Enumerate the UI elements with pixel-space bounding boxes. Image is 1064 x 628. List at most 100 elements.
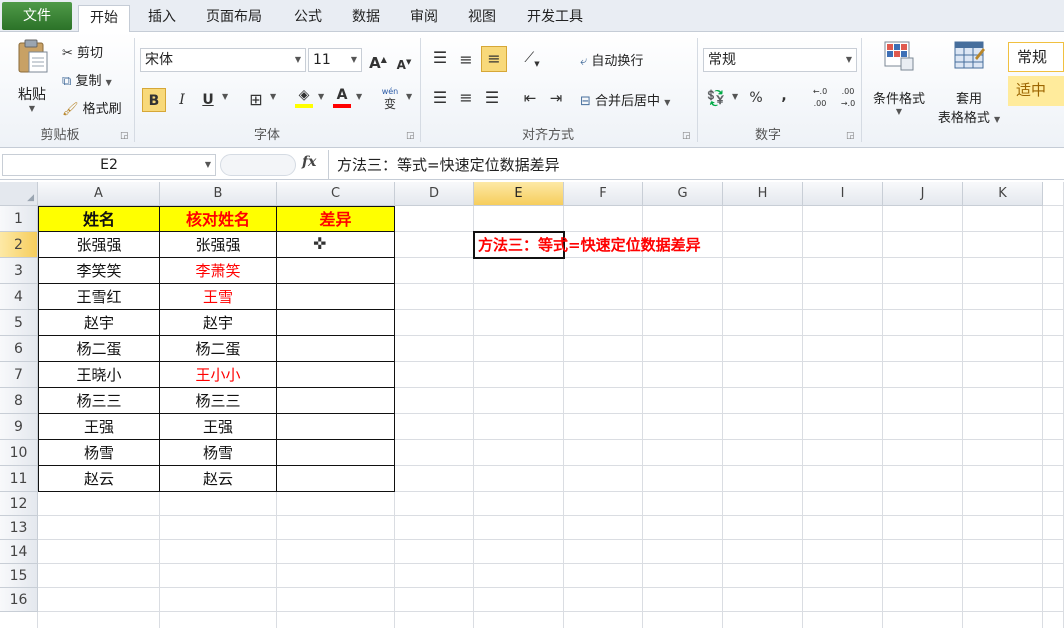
phonetic-dropdown-icon[interactable]: ▼ <box>406 92 412 101</box>
align-right-button[interactable]: ☰ <box>480 86 504 110</box>
insert-function-button[interactable]: fx <box>302 154 316 170</box>
check-name-cell[interactable]: 杨雪 <box>160 440 277 466</box>
column-header-j[interactable]: J <box>883 182 963 206</box>
number-format-combo[interactable]: 常规 ▼ <box>703 48 857 72</box>
name-cell[interactable]: 王强 <box>38 414 160 440</box>
formula-bar-splitter[interactable] <box>220 154 296 176</box>
name-cell[interactable]: 杨二蛋 <box>38 336 160 362</box>
tab-insert[interactable]: 插入 <box>140 5 184 32</box>
name-box[interactable]: E2 ▼ <box>2 154 216 176</box>
number-launcher-icon[interactable]: ◲ <box>846 131 855 141</box>
check-name-cell[interactable]: 张强强 <box>160 232 277 258</box>
diff-cell[interactable] <box>277 310 395 336</box>
table-header-cell[interactable]: 核对姓名 <box>160 206 277 232</box>
tab-data[interactable]: 数据 <box>344 5 388 32</box>
check-name-cell[interactable]: 杨二蛋 <box>160 336 277 362</box>
tab-home[interactable]: 开始 <box>78 5 130 33</box>
tab-view[interactable]: 视图 <box>460 5 504 32</box>
bold-button[interactable]: B <box>142 88 166 112</box>
column-header-e[interactable]: E <box>474 182 564 206</box>
check-name-cell[interactable]: 赵云 <box>160 466 277 492</box>
formula-input[interactable]: 方法三：等式=快速定位数据差异 <box>328 150 1064 180</box>
accounting-format-button[interactable]: 💱 <box>704 86 728 110</box>
row-header-6[interactable]: 6 <box>0 336 38 362</box>
italic-button[interactable]: I <box>170 88 194 112</box>
name-cell[interactable]: 赵云 <box>38 466 160 492</box>
check-name-cell[interactable]: 王小小 <box>160 362 277 388</box>
increase-indent-button[interactable]: ⇥ <box>544 86 568 110</box>
row-header-2[interactable]: 2 <box>0 232 38 258</box>
row-header-1[interactable]: 1 <box>0 206 38 232</box>
alignment-launcher-icon[interactable]: ◲ <box>682 131 691 141</box>
name-cell[interactable]: 张强强 <box>38 232 160 258</box>
align-center-button[interactable]: ≡ <box>454 86 478 110</box>
row-header-8[interactable]: 8 <box>0 388 38 414</box>
orientation-button[interactable]: ⟋▼ <box>520 46 544 70</box>
conditional-formatting-button[interactable]: 条件格式 ▼ <box>866 40 932 116</box>
percent-button[interactable]: % <box>744 86 768 110</box>
row-header-7[interactable]: 7 <box>0 362 38 388</box>
decrease-decimal-button[interactable]: .00 →.0 <box>834 86 862 110</box>
row-header-15[interactable]: 15 <box>0 564 38 588</box>
increase-decimal-button[interactable]: ←.0 .00 <box>806 86 834 110</box>
diff-cell[interactable] <box>277 466 395 492</box>
column-header-b[interactable]: B <box>160 182 277 206</box>
align-middle-button[interactable]: ≡ <box>454 48 478 72</box>
row-header-3[interactable]: 3 <box>0 258 38 284</box>
font-launcher-icon[interactable]: ◲ <box>406 131 415 141</box>
font-color-dropdown-icon[interactable]: ▼ <box>356 92 362 101</box>
format-painter-button[interactable]: 🖌 格式刷 <box>62 98 122 117</box>
row-header-13[interactable]: 13 <box>0 516 38 540</box>
name-cell[interactable]: 王雪红 <box>38 284 160 310</box>
merge-center-button[interactable]: ⊟ 合并后居中 ▼ <box>580 90 670 109</box>
column-header-k[interactable]: K <box>963 182 1043 206</box>
grow-font-button[interactable]: A▲ <box>366 48 390 72</box>
paste-button[interactable]: 粘贴 ▼ <box>12 38 52 114</box>
diff-cell[interactable] <box>277 336 395 362</box>
row-header-9[interactable]: 9 <box>0 414 38 440</box>
worksheet-grid[interactable]: ◢ ABCDEFGHIJK 1 2 3 4 5 6 7 8 9 10 11 12 13 14 15 16 姓名… <box>0 182 1064 628</box>
style-neutral-cell[interactable]: 适中 <box>1008 76 1064 106</box>
diff-cell[interactable] <box>277 258 395 284</box>
wrap-text-button[interactable]: ⤶ 自动换行 <box>580 50 643 69</box>
phonetic-button[interactable]: wén 变 <box>378 86 402 110</box>
fill-color-button[interactable]: ◈ <box>292 86 316 110</box>
tab-file[interactable]: 文件 <box>2 2 72 30</box>
check-name-cell[interactable]: 王雪 <box>160 284 277 310</box>
cut-button[interactable]: ✂ 剪切 <box>62 42 103 61</box>
comma-button[interactable]: , <box>772 84 796 108</box>
font-color-button[interactable]: A <box>330 86 354 110</box>
fill-dropdown-icon[interactable]: ▼ <box>318 92 324 101</box>
column-header-c[interactable]: C <box>277 182 395 206</box>
tab-review[interactable]: 审阅 <box>402 5 446 32</box>
check-name-cell[interactable]: 杨三三 <box>160 388 277 414</box>
name-cell[interactable]: 王晓小 <box>38 362 160 388</box>
check-name-cell[interactable]: 赵宇 <box>160 310 277 336</box>
font-name-combo[interactable]: 宋体 ▼ <box>140 48 306 72</box>
table-header-cell[interactable]: 姓名 <box>38 206 160 232</box>
column-header-h[interactable]: H <box>723 182 803 206</box>
check-name-cell[interactable]: 李萧笑 <box>160 258 277 284</box>
diff-cell[interactable] <box>277 388 395 414</box>
column-header-f[interactable]: F <box>564 182 643 206</box>
table-header-cell[interactable]: 差异 <box>277 206 395 232</box>
name-cell[interactable]: 杨三三 <box>38 388 160 414</box>
column-header-g[interactable]: G <box>643 182 723 206</box>
diff-cell[interactable] <box>277 362 395 388</box>
name-cell[interactable]: 赵宇 <box>38 310 160 336</box>
row-header-14[interactable]: 14 <box>0 540 38 564</box>
tab-formulas[interactable]: 公式 <box>286 5 330 32</box>
clipboard-launcher-icon[interactable]: ◲ <box>120 131 129 141</box>
align-left-button[interactable]: ☰ <box>428 86 452 110</box>
row-header-5[interactable]: 5 <box>0 310 38 336</box>
row-header-10[interactable]: 10 <box>0 440 38 466</box>
row-header-16[interactable]: 16 <box>0 588 38 612</box>
borders-button[interactable]: ⊞ <box>244 88 268 112</box>
shrink-font-button[interactable]: A▼ <box>392 50 416 74</box>
underline-button[interactable]: U <box>196 88 220 112</box>
style-normal-cell[interactable]: 常规 <box>1008 42 1064 72</box>
decrease-indent-button[interactable]: ⇤ <box>518 86 542 110</box>
column-header-i[interactable]: I <box>803 182 883 206</box>
accounting-dropdown-icon[interactable]: ▼ <box>732 92 738 101</box>
check-name-cell[interactable]: 王强 <box>160 414 277 440</box>
